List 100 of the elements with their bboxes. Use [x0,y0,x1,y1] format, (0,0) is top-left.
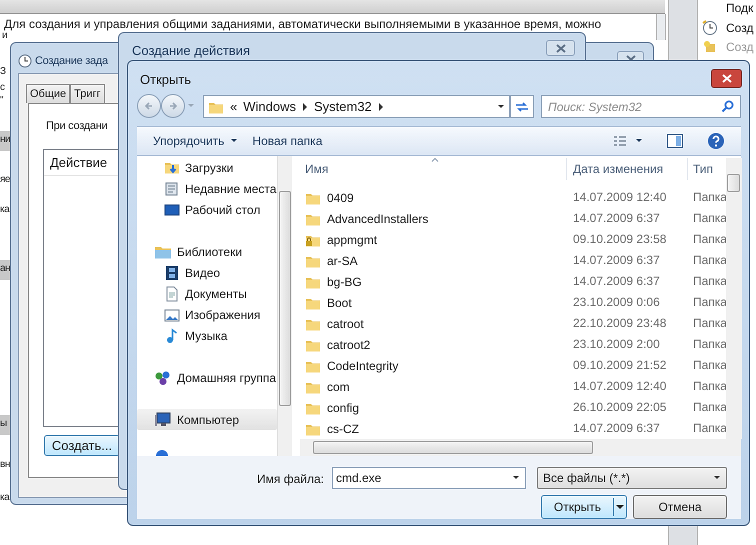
text-fragment: ы [0,419,7,429]
text-fragment: " [0,96,4,106]
column-header[interactable]: Тип [693,156,714,182]
film-icon [164,264,180,280]
column-header[interactable]: Имя [305,156,328,182]
scrollbar [656,14,666,40]
list-view-icon [613,135,627,147]
text-fragment: ан [0,264,10,274]
file-name[interactable]: CodeIntegrity [327,356,398,374]
preview-pane-button[interactable] [667,134,683,148]
scrollbar-thumb[interactable] [279,191,291,406]
table-cell-text: 23.10.2009 0:06 [573,294,660,311]
view-button[interactable] [613,135,643,147]
arrow-icon [168,101,178,111]
table-cell-text: Папка [693,420,727,437]
nav-item[interactable]: Библиотеки [137,241,277,262]
desktop-icon [164,202,180,218]
caret-icon [187,103,195,109]
address-bar[interactable]: « Windows System32 [203,95,510,118]
music-note-icon [164,328,180,344]
file-name[interactable]: appmgmt [327,230,378,248]
table-cell-text: Папка [693,231,727,248]
nav-item[interactable]: Домашняя группа [137,367,277,388]
table-cell-text: 14.07.2009 6:37 [573,210,660,227]
picture-icon [164,306,180,322]
file-name[interactable]: Boot [327,294,352,312]
breadcrumb[interactable]: System32 [314,96,372,116]
caret-icon [713,475,721,481]
nav-item[interactable]: Документы [137,283,277,304]
pane-icon [667,134,683,148]
file-name[interactable]: config [327,398,360,416]
nav-item[interactable]: Недавние места [137,178,277,199]
field-label: Имя файла: [256,471,324,488]
caret-icon [512,475,520,481]
file-name[interactable]: catroot2 [327,336,370,354]
close-button[interactable] [711,69,742,88]
help-icon [707,132,725,150]
table-cell-text: Папка [693,210,727,227]
nav-item[interactable]: Рабочий стол [137,199,277,220]
document-icon [164,286,180,302]
menu-item[interactable]: Созд [726,20,754,36]
table-cell-text: 14.07.2009 6:37 [573,420,660,437]
intro-text: При создани [46,119,108,134]
caret-icon [635,138,643,144]
chevron-icon [302,102,308,110]
table-cell-text: Папка [693,336,727,353]
create-button[interactable]: Создать... [44,435,120,456]
table-cell-text: 14.07.2009 12:40 [573,378,666,395]
organize-button[interactable]: Упорядочить [153,132,238,150]
nav-item[interactable]: Видео [137,262,277,283]
refresh-arrows-icon [515,100,529,112]
file-type-dropdown[interactable]: Все файлы (*.*) [537,467,727,489]
breadcrumb[interactable]: Windows [243,96,296,116]
help-button[interactable] [707,132,725,150]
dialog-title: Открыть [140,71,192,89]
section-header [0,260,10,280]
section-header [0,415,10,435]
table-cell-text: 09.10.2009 23:58 [573,231,666,248]
nav-item[interactable]: Компьютер [137,409,277,430]
file-name[interactable]: ar-SA [327,252,358,270]
file-name[interactable]: catroot [327,314,364,332]
file-name[interactable]: AdvancedInstallers [327,210,428,228]
window-title: Создание действия [132,42,250,60]
column-header[interactable]: Дата изменения [573,156,664,182]
text-fragment: яе [0,175,10,185]
arrow-icon [144,101,154,111]
file-name[interactable]: cs-CZ [327,420,359,438]
table-cell-text: Папка [693,378,727,395]
nav-item[interactable]: Загрузки [137,157,277,178]
refresh-button[interactable] [510,95,534,118]
close-icon [556,44,566,52]
cancel-button[interactable]: Отмена [633,495,727,519]
tab[interactable]: Тригг [70,84,105,103]
table-cell-text: Папка [693,357,727,374]
computer-icon [154,412,172,428]
menu-item[interactable]: Подк [726,0,754,16]
description-text: и [2,31,8,41]
overflow-chevron[interactable]: « [230,96,238,116]
file-name[interactable]: com [327,378,350,396]
file-name[interactable]: bg-BG [327,272,362,290]
tab[interactable]: Общие [26,84,70,103]
scrollbar-thumb[interactable] [727,174,740,192]
column-header[interactable]: Действие [44,152,114,172]
open-button[interactable]: Открыть [541,495,627,519]
window-title: Создание зада [35,54,108,69]
text-fragment: ни [0,135,10,145]
close-icon [722,74,732,83]
caret-icon [497,104,505,110]
nav-item[interactable]: Изображения [137,304,277,325]
table-cell-text: Папка [693,189,727,206]
table-cell-text: Папка [693,273,727,290]
table-cell-text: 09.10.2009 21:52 [573,357,666,374]
nav-item[interactable]: Музыка [137,325,277,346]
new-folder-button[interactable]: Новая папка [252,132,322,150]
file-name[interactable]: 0409 [327,188,354,206]
caret-icon [230,138,238,144]
search-field[interactable]: Поиск: System32 [541,95,741,118]
scrollbar-thumb[interactable] [313,441,593,454]
text-fragment: с [0,83,4,93]
file-name-field[interactable]: cmd.exe [332,467,526,489]
